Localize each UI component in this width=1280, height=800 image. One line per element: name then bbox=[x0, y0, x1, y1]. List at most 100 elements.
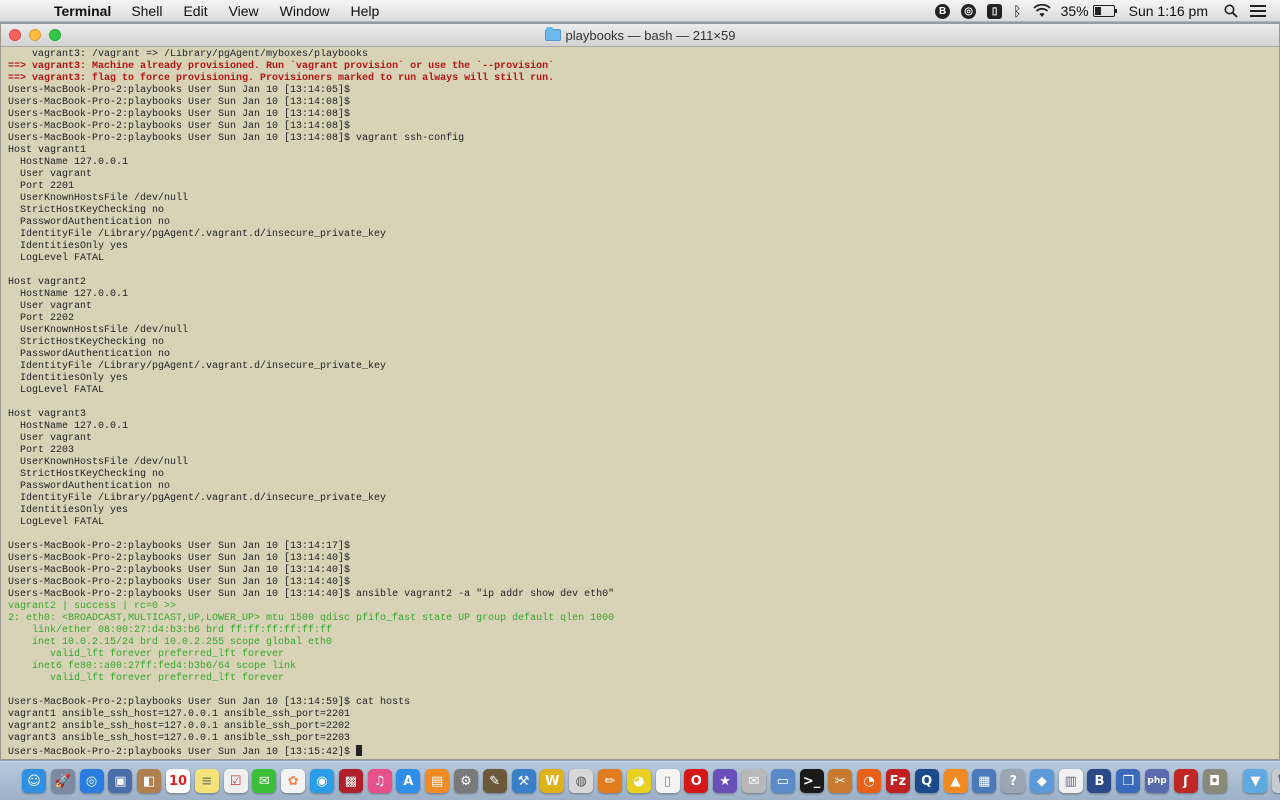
box-icon[interactable]: ◆ bbox=[1029, 769, 1054, 793]
vlc-icon[interactable]: ▲ bbox=[943, 769, 968, 793]
terminal-icon[interactable]: >_ bbox=[799, 769, 824, 793]
spotlight-search-icon[interactable] bbox=[1224, 4, 1238, 18]
disk-utility-icon[interactable]: ◍ bbox=[569, 769, 594, 793]
xcode-icon[interactable]: ⚒ bbox=[511, 769, 536, 793]
terminal-line: LogLevel FATAL bbox=[8, 385, 1273, 397]
terminal-line: LogLevel FATAL bbox=[8, 517, 1273, 529]
terminal-line: Port 2203 bbox=[8, 445, 1273, 457]
virtualbox-icon[interactable]: ❒ bbox=[1116, 769, 1141, 793]
photo-booth-icon[interactable]: ▩ bbox=[338, 769, 363, 793]
star-app-icon[interactable]: ★ bbox=[713, 769, 738, 793]
screen-icon[interactable]: ▭ bbox=[770, 769, 795, 793]
flash-icon[interactable]: ʃ bbox=[1173, 769, 1198, 793]
trash-icon[interactable]: 🗑 bbox=[1272, 769, 1280, 793]
terminal-line-text: IdentitiesOnly yes bbox=[8, 505, 129, 516]
bbedit-icon[interactable]: B bbox=[1087, 769, 1112, 793]
photos-icon[interactable]: ✿ bbox=[281, 769, 306, 793]
terminal-line: Host vagrant3 bbox=[8, 409, 1273, 421]
zoom-button[interactable] bbox=[49, 29, 61, 41]
terminal-line: Users-MacBook-Pro-2:playbooks User Sun J… bbox=[8, 697, 1273, 709]
menu-view[interactable]: View bbox=[229, 3, 259, 19]
terminal-line-text: PasswordAuthentication no bbox=[8, 217, 171, 228]
safari-icon[interactable]: ◎ bbox=[79, 769, 104, 793]
window-titlebar[interactable]: playbooks — bash — 211×59 bbox=[1, 24, 1279, 47]
menu-window[interactable]: Window bbox=[280, 3, 330, 19]
minimize-button[interactable] bbox=[29, 29, 41, 41]
stickies-icon[interactable]: ▥ bbox=[1058, 769, 1083, 793]
app-menu-terminal[interactable]: Terminal bbox=[54, 3, 111, 19]
display-icon[interactable]: ▦ bbox=[972, 769, 997, 793]
terminal-line: IdentitiesOnly yes bbox=[8, 373, 1273, 385]
opera-icon[interactable]: O bbox=[684, 769, 709, 793]
finder-icon[interactable]: ☺ bbox=[22, 769, 46, 793]
bbedit-status-icon[interactable]: B bbox=[935, 3, 951, 19]
terminal-line: UserKnownHostsFile /dev/null bbox=[8, 325, 1273, 337]
textwrangler-icon[interactable]: W bbox=[540, 769, 565, 793]
app-store-icon[interactable]: A bbox=[396, 769, 421, 793]
terminal-line: Users-MacBook-Pro-2:playbooks User Sun J… bbox=[8, 97, 1273, 109]
terminal-line: IdentitiesOnly yes bbox=[8, 505, 1273, 517]
downloads-folder-icon[interactable]: ▼ bbox=[1243, 769, 1268, 793]
terminal-line: vagrant3: /vagrant => /Library/pgAgent/m… bbox=[8, 49, 1273, 61]
terminal-output[interactable]: vagrant3: /vagrant => /Library/pgAgent/m… bbox=[8, 49, 1273, 759]
itunes-icon[interactable]: ♫ bbox=[367, 769, 392, 793]
terminal-line-text: Users-MacBook-Pro-2:playbooks User Sun J… bbox=[8, 565, 351, 576]
terminal-line-text: HostName 127.0.0.1 bbox=[8, 289, 129, 300]
preview-icon[interactable]: ▣ bbox=[108, 769, 133, 793]
clock[interactable]: Sun 1:16 pm bbox=[1129, 3, 1208, 19]
menu-help[interactable]: Help bbox=[350, 3, 379, 19]
terminal-line: Port 2202 bbox=[8, 313, 1273, 325]
battery-percent[interactable]: 35% bbox=[1061, 3, 1089, 19]
terminal-line-text: Host vagrant1 bbox=[8, 145, 87, 156]
calendar-icon[interactable]: 10 bbox=[165, 769, 190, 793]
text-cursor bbox=[356, 745, 363, 756]
system-preferences-icon[interactable]: ⚙ bbox=[453, 769, 478, 793]
terminal-line: Users-MacBook-Pro-2:playbooks User Sun J… bbox=[8, 589, 1273, 601]
terminal-line-text: IdentityFile /Library/pgAgent/.vagrant.d… bbox=[8, 493, 387, 504]
terminal-line-text: 2: eth0: <BROADCAST,MULTICAST,UP,LOWER_U… bbox=[8, 613, 615, 624]
document-icon[interactable]: ▯ bbox=[655, 769, 680, 793]
paint-icon[interactable]: ✏ bbox=[597, 769, 622, 793]
chrome-icon[interactable]: ◕ bbox=[626, 769, 651, 793]
terminal-line: 2: eth0: <BROADCAST,MULTICAST,UP,LOWER_U… bbox=[8, 613, 1273, 625]
terminal-line-text: vagrant3 ansible_ssh_host=127.0.0.1 ansi… bbox=[8, 733, 351, 744]
alfred-status-icon[interactable]: ◎ bbox=[961, 3, 977, 19]
terminal-line: Users-MacBook-Pro-2:playbooks User Sun J… bbox=[8, 541, 1273, 553]
messages-icon[interactable]: ✉ bbox=[252, 769, 277, 793]
menu-bar: Terminal Shell Edit View Window Help B ◎… bbox=[0, 0, 1280, 22]
terminal-line-text: ==> vagrant3: flag to force provisioning… bbox=[8, 73, 555, 84]
airplay-status-icon[interactable]: ▯ bbox=[987, 3, 1003, 19]
wifi-icon[interactable] bbox=[1032, 4, 1051, 18]
close-button[interactable] bbox=[9, 29, 21, 41]
php-icon[interactable]: php bbox=[1145, 769, 1170, 793]
terminal-line: HostName 127.0.0.1 bbox=[8, 289, 1273, 301]
filezilla-icon[interactable]: Fz bbox=[885, 769, 910, 793]
notification-center-icon[interactable] bbox=[1250, 5, 1266, 17]
jar-icon[interactable]: ◘ bbox=[1202, 769, 1227, 793]
terminal-line: Users-MacBook-Pro-2:playbooks User Sun J… bbox=[8, 109, 1273, 121]
notes-icon[interactable]: ≡ bbox=[194, 769, 219, 793]
bluetooth-icon[interactable]: ᛒ bbox=[1013, 3, 1021, 19]
status-menus: B ◎ ▯ ᛒ 35% Sun 1:16 pm bbox=[924, 0, 1280, 22]
terminal-line: HostName 127.0.0.1 bbox=[8, 157, 1273, 169]
firefox-icon[interactable]: ◔ bbox=[857, 769, 882, 793]
contacts-icon[interactable]: ◧ bbox=[137, 769, 162, 793]
terminal-line: vagrant2 | success | rc=0 >> bbox=[8, 601, 1273, 613]
terminal-line: vagrant1 ansible_ssh_host=127.0.0.1 ansi… bbox=[8, 709, 1273, 721]
tools-icon[interactable]: ✂ bbox=[828, 769, 853, 793]
menu-shell[interactable]: Shell bbox=[131, 3, 162, 19]
terminal-line: inet 10.0.2.15/24 brd 10.0.2.255 scope g… bbox=[8, 637, 1273, 649]
mail-app-icon[interactable]: ✉ bbox=[741, 769, 766, 793]
launchpad-icon[interactable]: 🚀 bbox=[50, 769, 75, 793]
terminal-line-text: link/ether 08:00:27:d4:b3:b6 brd ff:ff:f… bbox=[8, 625, 333, 636]
quicktime-icon[interactable]: Q bbox=[914, 769, 939, 793]
facetime-icon[interactable]: ◉ bbox=[309, 769, 334, 793]
gimp-icon[interactable]: ✎ bbox=[482, 769, 507, 793]
menu-edit[interactable]: Edit bbox=[183, 3, 207, 19]
battery-icon[interactable] bbox=[1092, 5, 1117, 17]
help-icon[interactable]: ? bbox=[1001, 769, 1026, 793]
ibooks-icon[interactable]: ▤ bbox=[425, 769, 450, 793]
reminders-icon[interactable]: ☑ bbox=[223, 769, 248, 793]
terminal-line-text: IdentitiesOnly yes bbox=[8, 373, 129, 384]
